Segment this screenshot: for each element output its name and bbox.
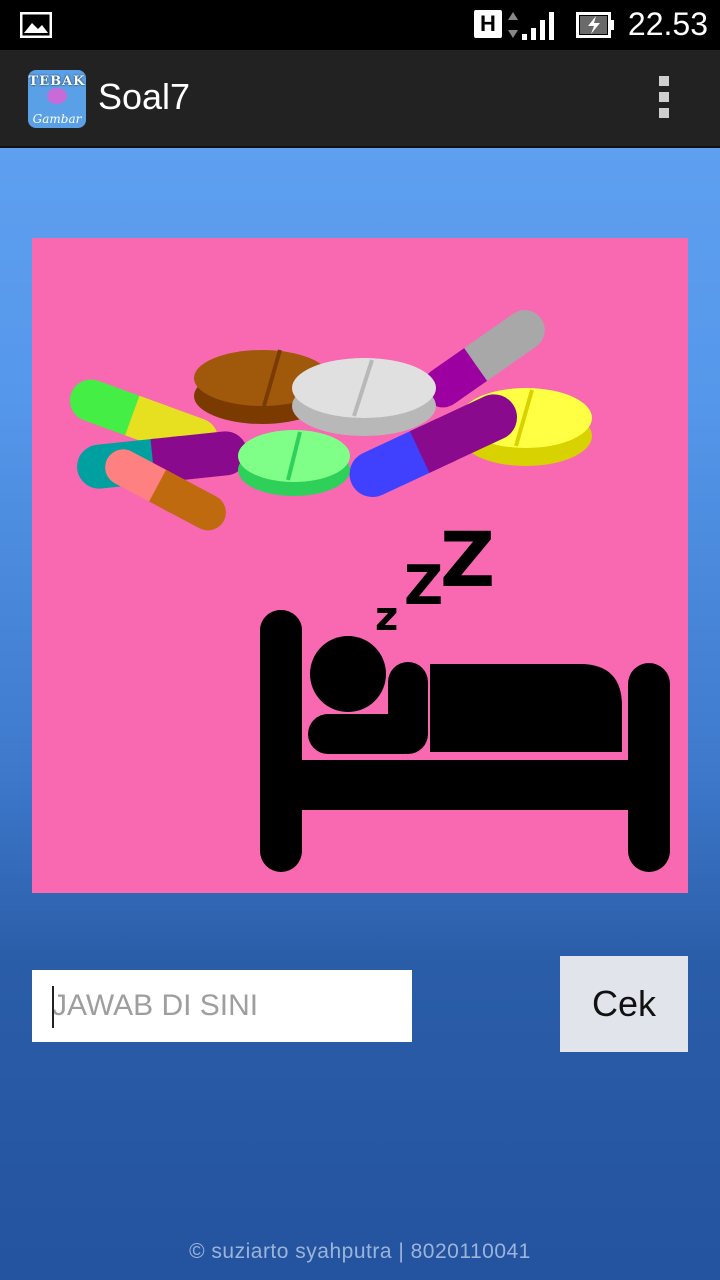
- data-activity-icon: [508, 12, 518, 38]
- network-type-icon: H: [474, 10, 502, 38]
- svg-text:Z: Z: [440, 515, 495, 604]
- app-logo[interactable]: TEBAK Gambar: [28, 70, 86, 128]
- text-cursor: [52, 986, 54, 1028]
- svg-text:Z: Z: [404, 554, 443, 617]
- question-picture: z Z Z: [32, 238, 688, 893]
- brain-bulb-icon: [47, 88, 67, 104]
- footer-credit: © suziarto syahputra | 8020110041: [189, 1240, 531, 1263]
- overflow-menu-icon[interactable]: [650, 76, 678, 124]
- pills-and-sleeping-person-image: z Z Z: [69, 310, 670, 872]
- gallery-notification-icon: [20, 12, 52, 38]
- battery-charging-icon: [576, 12, 614, 38]
- status-clock: 22.53: [627, 6, 708, 42]
- signal-strength-icon: [522, 12, 554, 40]
- main-content: z Z Z Cek © suziarto syahputra | 8020110…: [0, 148, 720, 1280]
- answer-input[interactable]: [32, 970, 412, 1042]
- status-bar: H 22.53: [0, 0, 720, 50]
- check-answer-button[interactable]: Cek: [560, 956, 688, 1052]
- svg-text:z: z: [375, 594, 398, 640]
- action-bar: TEBAK Gambar Soal7: [0, 50, 720, 148]
- app-logo-text-top: TEBAK: [28, 74, 86, 89]
- page-title: Soal7: [98, 76, 191, 117]
- app-logo-text-bottom: Gambar: [32, 112, 82, 126]
